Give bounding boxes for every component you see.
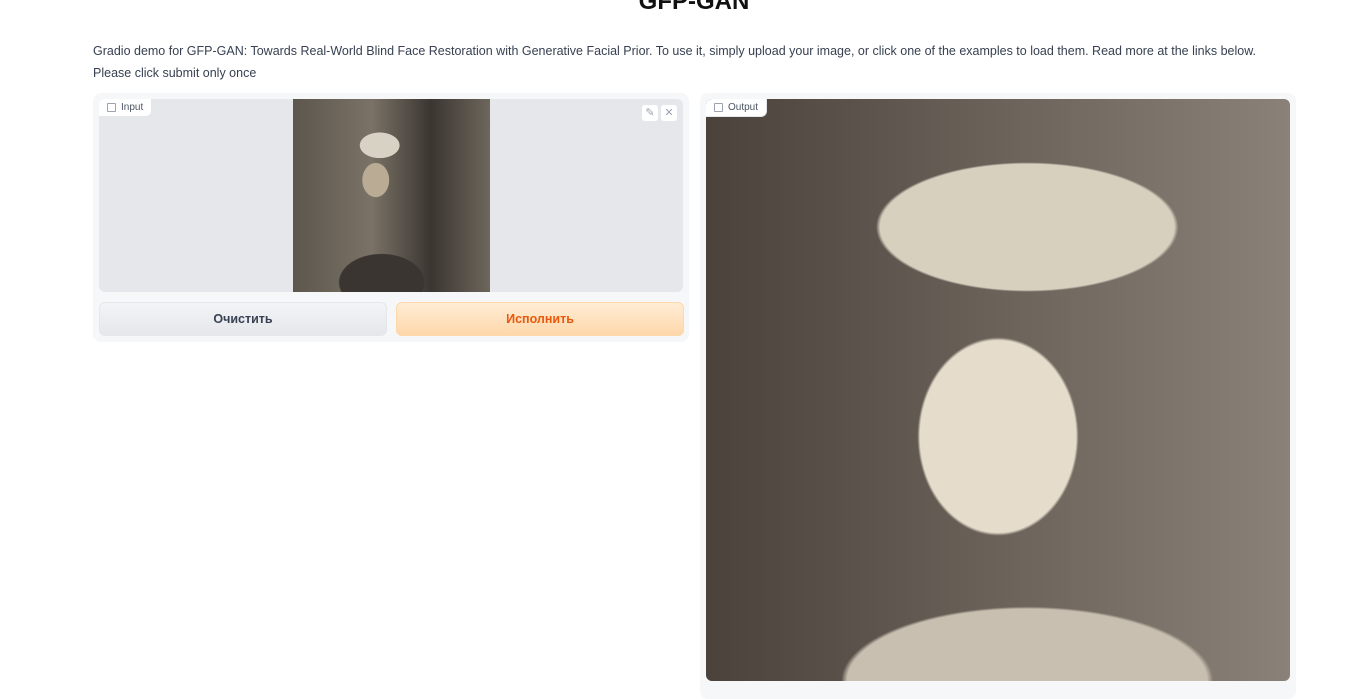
input-image-upload[interactable]: Input ✎ ✕ [99, 99, 683, 292]
output-label-text: Output [728, 102, 759, 113]
input-label-text: Input [121, 102, 144, 113]
output-label: Output [706, 99, 768, 117]
image-icon [714, 103, 723, 112]
close-icon[interactable]: ✕ [661, 105, 677, 121]
clear-button[interactable]: Очистить [99, 302, 387, 336]
page-title: GFP-GAN [638, 0, 750, 15]
output-panel: Output [700, 93, 1296, 699]
edit-icon[interactable]: ✎ [642, 105, 658, 121]
input-label: Input [99, 99, 153, 117]
input-panel: Input ✎ ✕ Очистить Исполнить [93, 93, 689, 342]
submit-button[interactable]: Исполнить [396, 302, 684, 336]
image-icon [107, 103, 116, 112]
description: Gradio demo for GFP-GAN: Towards Real-Wo… [93, 44, 1257, 80]
output-image: Output [706, 99, 1290, 681]
input-photo [293, 99, 490, 292]
